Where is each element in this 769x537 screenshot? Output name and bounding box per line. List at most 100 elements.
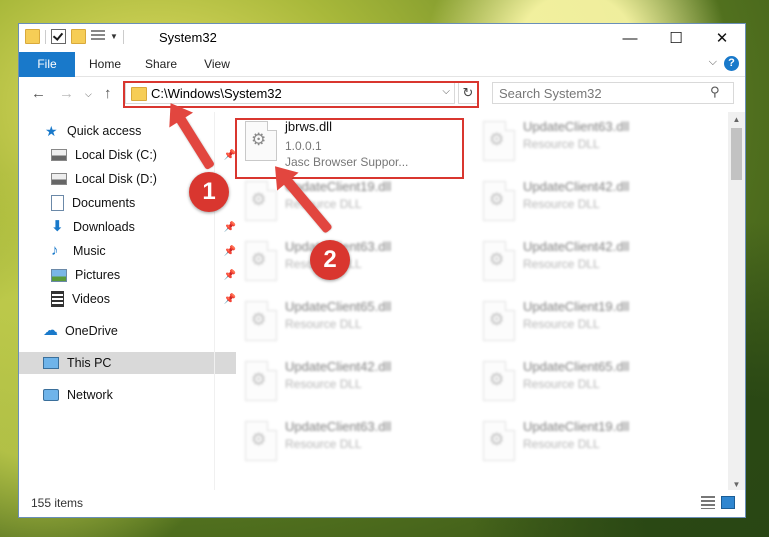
file-item[interactable]: ⚙ UpdateClient63.dll Resource DLL	[239, 235, 469, 291]
sidebar-item-label: This PC	[67, 356, 112, 370]
sidebar-item-pictures[interactable]: Pictures 📌	[19, 264, 244, 286]
sidebar-item-label: OneDrive	[65, 324, 118, 338]
expand-ribbon-icon[interactable]: ⌵	[709, 56, 717, 69]
file-type: Resource DLL	[523, 257, 600, 271]
close-button[interactable]: ✕	[699, 24, 745, 52]
sidebar-item-label: Network	[67, 388, 113, 402]
file-item[interactable]: ⚙ UpdateClient19.dll Resource DLL	[477, 295, 707, 351]
file-item[interactable]: ⚙ UpdateClient63.dll Resource DLL	[477, 115, 707, 171]
details-view-icon[interactable]	[701, 496, 715, 509]
file-item[interactable]: ⚙ UpdateClient19.dll Resource DLL	[477, 415, 707, 471]
refresh-icon: ↻	[462, 85, 474, 100]
scroll-thumb[interactable]	[731, 128, 742, 180]
file-name: UpdateClient65.dll	[285, 299, 392, 314]
status-bar: 155 items	[19, 490, 745, 517]
sidebar-item-label: Downloads	[73, 220, 135, 234]
toolbar-dropdown-icon[interactable]: ▼	[110, 32, 118, 41]
file-item[interactable]: ⚙ UpdateClient42.dll Resource DLL	[239, 355, 469, 411]
sidebar-item-network[interactable]: Network	[19, 384, 236, 406]
file-name: UpdateClient42.dll	[285, 359, 392, 374]
gear-icon: ⚙	[251, 370, 267, 389]
file-type: Resource DLL	[523, 137, 600, 151]
quick-access-toolbar: ▼	[25, 29, 124, 44]
title-bar: ▼ System32 — ☐ ✕	[19, 24, 745, 52]
file-item[interactable]: ⚙ UpdateClient42.dll Resource DLL	[477, 235, 707, 291]
large-icons-view-icon[interactable]	[721, 496, 735, 509]
sidebar-item-music[interactable]: ♪ Music 📌	[19, 240, 244, 262]
search-input[interactable]	[492, 82, 734, 104]
properties-check-icon[interactable]	[51, 29, 66, 44]
sidebar-item-label: Music	[73, 244, 106, 258]
file-type: Resource DLL	[523, 197, 600, 211]
sidebar-item-label: Local Disk (C:)	[75, 148, 157, 162]
file-item[interactable]: ⚙ UpdateClient63.dll Resource DLL	[239, 415, 469, 471]
forward-arrow-icon[interactable]: →	[59, 85, 74, 102]
onedrive-icon: ☁	[43, 322, 58, 339]
sidebar-item-videos[interactable]: Videos 📌	[19, 288, 244, 310]
gear-icon: ⚙	[489, 310, 505, 329]
file-type: Resource DLL	[285, 437, 362, 451]
item-count: 155 items	[31, 496, 84, 510]
back-arrow-icon[interactable]: ←	[31, 85, 46, 102]
address-path[interactable]: C:\Windows\System32	[151, 86, 282, 101]
navigation-pane: ★ Quick access Local Disk (C:) 📌 Local D…	[19, 112, 236, 492]
folder-icon	[25, 29, 40, 44]
file-description: Jasc Browser Suppor...	[285, 155, 409, 169]
gear-icon: ⚙	[489, 370, 505, 389]
network-icon	[43, 389, 59, 401]
chevron-down-icon[interactable]: ⌵	[442, 86, 450, 97]
drive-icon	[51, 149, 67, 161]
file-type: Resource DLL	[523, 377, 600, 391]
download-icon: ⬇	[51, 218, 64, 235]
file-item[interactable]: ⚙ UpdateClient65.dll Resource DLL	[477, 355, 707, 411]
star-icon: ★	[45, 123, 58, 139]
recent-locations-icon[interactable]: ⌵	[85, 89, 92, 100]
tab-home[interactable]: Home	[77, 52, 133, 76]
file-item[interactable]: ⚙ UpdateClient42.dll Resource DLL	[477, 175, 707, 231]
sidebar-item-this-pc[interactable]: This PC	[19, 352, 236, 374]
file-item[interactable]: ⚙ UpdateClient65.dll Resource DLL	[239, 295, 469, 351]
scroll-down-icon[interactable]: ▼	[728, 480, 745, 489]
new-folder-icon[interactable]	[71, 29, 86, 44]
sidebar-item-downloads[interactable]: ⬇ Downloads 📌	[19, 216, 244, 238]
vertical-scrollbar[interactable]: ▲ ▼	[728, 112, 745, 492]
up-arrow-icon[interactable]: ↑	[104, 85, 112, 102]
gear-icon: ⚙	[489, 250, 505, 269]
pictures-icon	[51, 268, 67, 282]
drive-icon	[51, 173, 67, 185]
file-name: UpdateClient63.dll	[285, 419, 392, 434]
gear-icon: ⚙	[251, 190, 267, 209]
file-type: Resource DLL	[285, 377, 362, 391]
file-type: Resource DLL	[285, 317, 362, 331]
minimize-button[interactable]: —	[607, 24, 653, 52]
file-type: Resource DLL	[523, 437, 600, 451]
file-name: UpdateClient42.dll	[523, 179, 630, 194]
refresh-button[interactable]: ↻	[458, 82, 478, 104]
gear-icon: ⚙	[251, 310, 267, 329]
tab-share[interactable]: Share	[135, 52, 187, 76]
customize-toolbar-icon[interactable]	[91, 30, 105, 43]
help-button[interactable]: ?	[724, 56, 739, 71]
toolbar-divider	[45, 29, 46, 44]
sidebar-item-quick-access[interactable]: ★ Quick access	[19, 120, 238, 142]
maximize-button[interactable]: ☐	[653, 24, 699, 52]
window-title: System32	[159, 30, 217, 45]
file-name: UpdateClient63.dll	[523, 119, 630, 134]
folder-icon	[131, 87, 147, 101]
pane-divider[interactable]	[214, 112, 215, 492]
search-icon[interactable]: ⚲	[710, 84, 720, 100]
gear-icon: ⚙	[251, 130, 267, 149]
sidebar-item-label: Videos	[72, 292, 110, 306]
file-name: UpdateClient19.dll	[523, 299, 630, 314]
documents-icon	[51, 195, 64, 211]
sidebar-item-label: Documents	[72, 196, 136, 210]
toolbar-divider	[122, 29, 124, 44]
tab-view[interactable]: View	[191, 52, 243, 76]
sidebar-item-onedrive[interactable]: ☁ OneDrive	[19, 320, 236, 342]
file-name: UpdateClient42.dll	[523, 239, 630, 254]
gear-icon: ⚙	[489, 190, 505, 209]
file-item-jbrws[interactable]: ⚙ jbrws.dll 1.0.0.1 Jasc Browser Suppor.…	[239, 115, 469, 171]
gear-icon: ⚙	[251, 250, 267, 269]
scroll-up-icon[interactable]: ▲	[728, 115, 745, 124]
file-type: Resource DLL	[523, 317, 600, 331]
